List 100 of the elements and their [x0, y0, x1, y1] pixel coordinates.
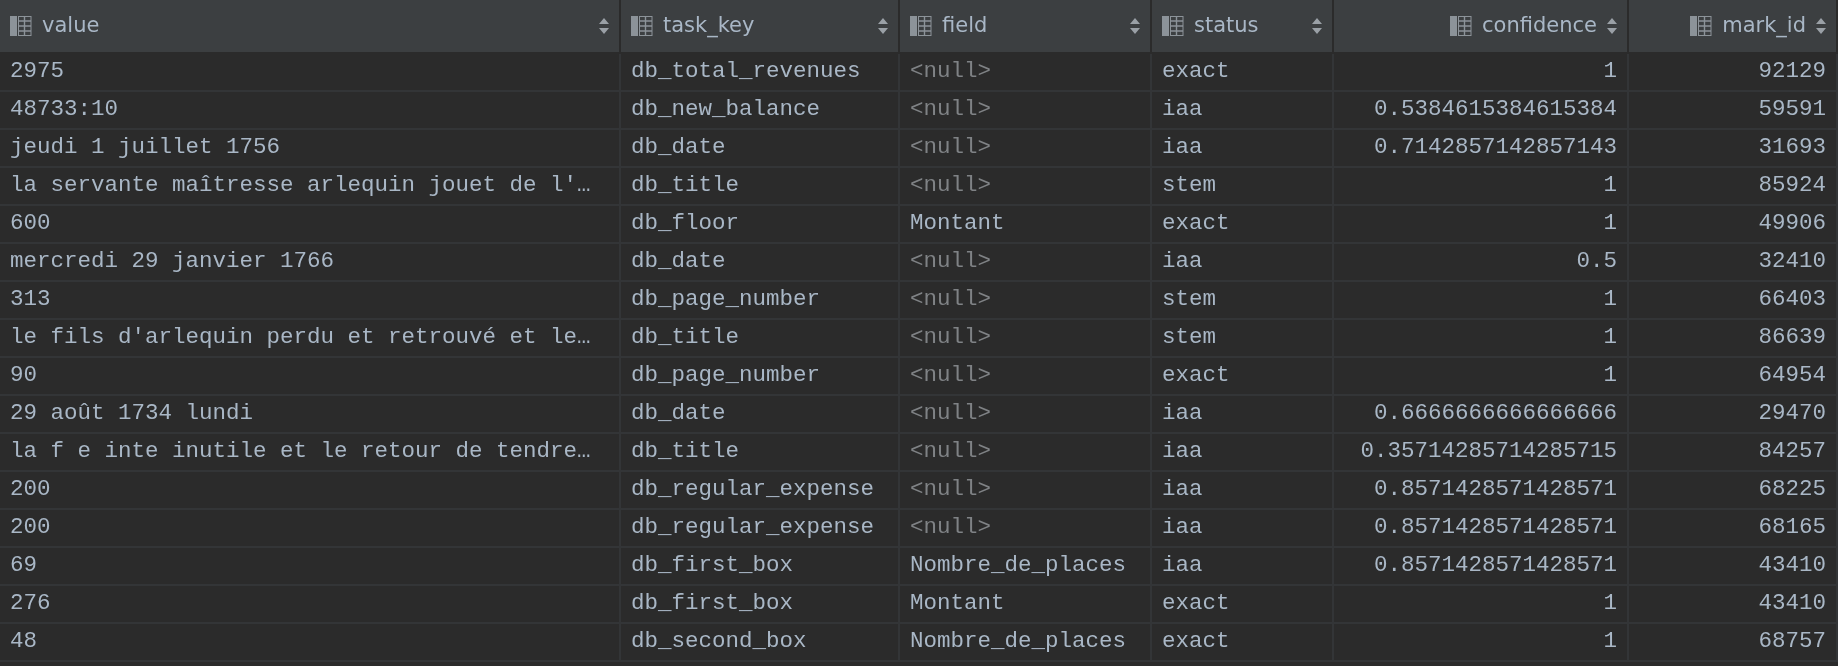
table-cell: Montant	[900, 586, 1152, 624]
table-cell: <null>	[900, 244, 1152, 282]
table-cell: db_page_number	[621, 282, 900, 320]
table-cell: <null>	[900, 396, 1152, 434]
sort-icon[interactable]	[1816, 18, 1826, 34]
table-cell: <null>	[900, 130, 1152, 168]
table-cell: 31693	[1629, 130, 1838, 168]
table-cell: 1	[1334, 586, 1629, 624]
table-cell: 2975	[0, 54, 621, 92]
table-cell: 1	[1334, 282, 1629, 320]
table-cell: iaa	[1152, 92, 1334, 130]
table-cell: 276	[0, 586, 621, 624]
table-icon	[910, 16, 932, 36]
column-header[interactable]: confidence	[1334, 0, 1629, 54]
table-cell: 0.5	[1334, 244, 1629, 282]
table-cell: exact	[1152, 358, 1334, 396]
table-icon	[10, 16, 32, 36]
table-cell: <null>	[900, 510, 1152, 548]
sort-icon[interactable]	[1607, 18, 1617, 34]
table-cell: <null>	[900, 358, 1152, 396]
column-header[interactable]: value	[0, 0, 621, 54]
table-cell: stem	[1152, 320, 1334, 358]
table-cell: 69	[0, 548, 621, 586]
table-cell: exact	[1152, 624, 1334, 662]
table-cell: 0.5384615384615384	[1334, 92, 1629, 130]
table-cell: 0.35714285714285715	[1334, 434, 1629, 472]
table-cell: 32410	[1629, 244, 1838, 282]
sort-icon[interactable]	[599, 18, 609, 34]
sort-icon[interactable]	[1312, 18, 1322, 34]
table-cell: 92129	[1629, 54, 1838, 92]
table-cell: iaa	[1152, 510, 1334, 548]
table-cell: 66403	[1629, 282, 1838, 320]
table-cell: la servante maîtresse arlequin jouet de l'…	[0, 168, 621, 206]
table-cell: 0.7142857142857143	[1334, 130, 1629, 168]
table-cell: la f e inte inutile et le retour de tendre…	[0, 434, 621, 472]
column-label: value	[42, 12, 101, 40]
table-cell: 43410	[1629, 586, 1838, 624]
table-cell: <null>	[900, 434, 1152, 472]
table-cell: stem	[1152, 168, 1334, 206]
table-cell: 313	[0, 282, 621, 320]
table-cell: <null>	[900, 472, 1152, 510]
column-header[interactable]: field	[900, 0, 1152, 54]
table-icon	[631, 16, 653, 36]
table-cell: 1	[1334, 358, 1629, 396]
table-cell: 1	[1334, 320, 1629, 358]
table-cell: 43410	[1629, 548, 1838, 586]
table-cell: db_floor	[621, 206, 900, 244]
table-cell: db_first_box	[621, 548, 900, 586]
table-cell: 1	[1334, 168, 1629, 206]
table-cell: 1	[1334, 54, 1629, 92]
column-header[interactable]: status	[1152, 0, 1334, 54]
table-cell: exact	[1152, 54, 1334, 92]
column-header[interactable]: mark_id	[1629, 0, 1838, 54]
table-cell: 68225	[1629, 472, 1838, 510]
table-cell: 68165	[1629, 510, 1838, 548]
table-cell: 48	[0, 624, 621, 662]
table-cell: 200	[0, 472, 621, 510]
table-cell: 64954	[1629, 358, 1838, 396]
table-cell: 0.8571428571428571	[1334, 548, 1629, 586]
table-cell: 0.8571428571428571	[1334, 510, 1629, 548]
table-cell: db_regular_expense	[621, 510, 900, 548]
column-label: status	[1194, 12, 1260, 40]
table-cell: 0.8571428571428571	[1334, 472, 1629, 510]
sort-icon[interactable]	[1130, 18, 1140, 34]
table-cell: stem	[1152, 282, 1334, 320]
sort-icon[interactable]	[878, 18, 888, 34]
table-cell: db_date	[621, 396, 900, 434]
column-header[interactable]: task_key	[621, 0, 900, 54]
table-icon	[1450, 16, 1473, 36]
table-cell: 85924	[1629, 168, 1838, 206]
table-cell: db_total_revenues	[621, 54, 900, 92]
table-cell: 600	[0, 206, 621, 244]
table-cell: 48733:10	[0, 92, 621, 130]
table-cell: db_second_box	[621, 624, 900, 662]
table-cell: jeudi 1 juillet 1756	[0, 130, 621, 168]
table-cell: db_title	[621, 168, 900, 206]
table-cell: 59591	[1629, 92, 1838, 130]
table-cell: 29 août 1734 lundi	[0, 396, 621, 434]
table-cell: iaa	[1152, 396, 1334, 434]
table-cell: 1	[1334, 206, 1629, 244]
table-cell: le fils d'arlequin perdu et retrouvé et le…	[0, 320, 621, 358]
table-cell: db_regular_expense	[621, 472, 900, 510]
table-cell: <null>	[900, 168, 1152, 206]
table-cell: Nombre_de_places	[900, 548, 1152, 586]
table-cell: exact	[1152, 586, 1334, 624]
table-cell: 200	[0, 510, 621, 548]
table-cell: <null>	[900, 92, 1152, 130]
table-cell: iaa	[1152, 130, 1334, 168]
table-cell: exact	[1152, 206, 1334, 244]
table-cell: <null>	[900, 282, 1152, 320]
table-cell: 86639	[1629, 320, 1838, 358]
column-label: confidence	[1482, 12, 1597, 40]
table-cell: 90	[0, 358, 621, 396]
table-cell: db_date	[621, 130, 900, 168]
table-icon	[1162, 16, 1184, 36]
table-cell: Nombre_de_places	[900, 624, 1152, 662]
column-label: mark_id	[1722, 12, 1806, 40]
table-cell: 84257	[1629, 434, 1838, 472]
column-label: task_key	[663, 12, 756, 40]
table-cell: 49906	[1629, 206, 1838, 244]
